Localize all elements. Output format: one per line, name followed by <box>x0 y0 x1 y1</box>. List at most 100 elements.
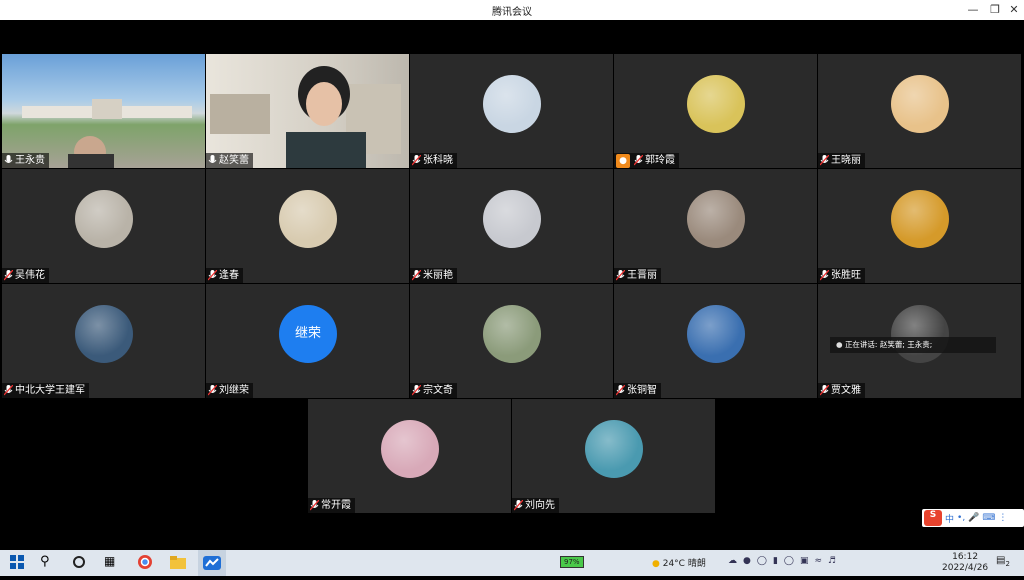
participant-tile[interactable]: 吴伟花 <box>2 169 205 283</box>
participant-tile[interactable]: 王晓丽 <box>818 54 1021 168</box>
mic-muted-icon <box>208 270 217 281</box>
voice-icon[interactable]: 🎤 <box>968 513 979 523</box>
participant-tile[interactable]: 宗文奇 <box>410 284 613 398</box>
notification-button[interactable]: ▤2 <box>996 555 1010 568</box>
speaking-text: 正在讲话: 赵笑蕾; 王永贵; <box>844 340 933 349</box>
mic-muted-icon <box>820 385 829 396</box>
participant-name-tag: ● 郭玲霞 <box>614 153 679 168</box>
mic-muted-icon <box>616 385 625 396</box>
chrome-icon[interactable] <box>137 554 155 572</box>
mic-muted-icon <box>412 155 421 166</box>
participant-name-tag: 中北大学王建军 <box>2 383 89 398</box>
mic-icon <box>208 155 217 163</box>
keyboard-icon[interactable]: ⌨ <box>982 513 995 523</box>
participant-name-tag: 刘向先 <box>512 498 559 513</box>
title-bar: 腾讯会议 — ❐ ✕ <box>0 0 1024 20</box>
host-icon: ● <box>616 153 630 168</box>
window-title: 腾讯会议 <box>492 7 532 18</box>
search-icon[interactable]: ⚲ <box>40 554 58 572</box>
speaking-indicator: ● 正在讲话: 赵笑蕾; 王永贵; <box>830 337 996 353</box>
avatar <box>687 305 745 363</box>
wifi-icon[interactable]: ≈ <box>814 556 828 566</box>
participant-name-tag: 赵笑蕾 <box>206 153 253 168</box>
close-button[interactable]: ✕ <box>1003 0 1024 20</box>
sogou-icon: S <box>924 510 942 526</box>
network-icon[interactable]: ▣ <box>800 556 815 566</box>
participant-name: 中北大学王建军 <box>15 385 85 396</box>
participant-tile[interactable]: 王晋丽 <box>614 169 817 283</box>
participant-name-tag: 王晋丽 <box>614 268 661 283</box>
avatar <box>687 190 745 248</box>
menu-icon[interactable]: ⋮ <box>998 513 1007 523</box>
participant-name: 郭玲霞 <box>645 155 675 166</box>
mic-muted-icon <box>412 270 421 281</box>
qq-icon[interactable]: ◯ <box>784 556 800 566</box>
avatar <box>891 75 949 133</box>
participant-name-tag: 常开霞 <box>308 498 355 513</box>
participant-name: 王永贵 <box>15 155 45 166</box>
participant-name: 赵笑蕾 <box>219 155 249 166</box>
participant-tile[interactable]: ● 郭玲霞 <box>614 54 817 168</box>
participant-tile[interactable]: 逢春 <box>206 169 409 283</box>
avatar <box>891 190 949 248</box>
cloud-icon[interactable]: ☁ <box>728 556 743 566</box>
speaker-icon[interactable]: ♬ <box>828 556 842 566</box>
participant-name-tag: 吴伟花 <box>2 268 49 283</box>
participant-tile[interactable]: 中北大学王建军 <box>2 284 205 398</box>
participant-tile[interactable]: 刘向先 <box>512 399 715 513</box>
participant-tile[interactable]: 赵笑蕾 <box>206 54 409 168</box>
minimize-button[interactable]: — <box>962 0 984 20</box>
participant-name-tag: 王晓丽 <box>818 153 865 168</box>
file-explorer-icon[interactable] <box>170 554 188 572</box>
participant-name: 王晋丽 <box>627 270 657 281</box>
participant-name-tag: 逢春 <box>206 268 243 283</box>
participant-tile[interactable]: 常开霞 <box>308 399 511 513</box>
participant-name: 张胜旺 <box>831 270 861 281</box>
participant-name-tag: 张科晓 <box>410 153 457 168</box>
task-view-icon[interactable]: ▦ <box>104 554 122 572</box>
ime-toolbar[interactable]: S 中 •, 🎤 ⌨ ⋮ <box>922 509 1024 527</box>
battery-level: 97% <box>560 556 584 568</box>
sun-icon: ● <box>652 559 660 569</box>
avatar <box>891 305 949 363</box>
shield-icon[interactable]: ◯ <box>757 556 773 566</box>
weather-widget[interactable]: ● 24°C 晴朗 <box>652 556 706 569</box>
ime-mode[interactable]: 中 <box>945 512 954 525</box>
mic-muted-icon <box>616 270 625 281</box>
participant-name-tag: 米丽艳 <box>410 268 457 283</box>
participant-name: 逢春 <box>219 270 239 281</box>
participant-name-tag: 贾文雅 <box>818 383 865 398</box>
windows-start-icon[interactable] <box>10 554 28 572</box>
mic-muted-icon <box>4 385 13 396</box>
cortana-icon[interactable] <box>72 554 90 572</box>
participant-name-tag: 张胜旺 <box>818 268 865 283</box>
participant-name: 王晓丽 <box>831 155 861 166</box>
participant-tile[interactable]: 继荣 刘继荣 <box>206 284 409 398</box>
participant-name: 刘向先 <box>525 500 555 511</box>
tencent-meeting-icon[interactable] <box>198 550 226 576</box>
participant-tile[interactable]: 米丽艳 <box>410 169 613 283</box>
participant-name-tag: 王永贵 <box>2 153 49 168</box>
participant-name: 宗文奇 <box>423 385 453 396</box>
battery-indicator[interactable]: 97% <box>560 556 584 568</box>
avatar <box>483 305 541 363</box>
participant-tile[interactable]: 张铜智 <box>614 284 817 398</box>
avatar <box>279 190 337 248</box>
participant-name: 米丽艳 <box>423 270 453 281</box>
participant-name: 贾文雅 <box>831 385 861 396</box>
punctuation-icon[interactable]: •, <box>957 513 965 523</box>
tray-app-icon[interactable]: ● <box>743 556 757 566</box>
participant-tile[interactable]: 张科晓 <box>410 54 613 168</box>
participant-name: 张铜智 <box>627 385 657 396</box>
avatar <box>687 75 745 133</box>
mic-icon[interactable]: ▮ <box>773 556 784 566</box>
taskbar: ⚲ ▦ 97% ● 24°C 晴朗 ☁●◯▮◯▣≈♬ 16:12 2022/4/… <box>0 550 1024 576</box>
participant-tile[interactable]: 王永贵 <box>2 54 205 168</box>
participant-tile[interactable]: 张胜旺 <box>818 169 1021 283</box>
notification-count: 2 <box>1005 560 1010 568</box>
tray-icons[interactable]: ☁●◯▮◯▣≈♬ <box>728 556 842 566</box>
clock[interactable]: 16:12 2022/4/26 <box>942 552 988 574</box>
video-feed <box>206 54 409 168</box>
avatar <box>75 190 133 248</box>
time: 16:12 <box>952 552 979 562</box>
